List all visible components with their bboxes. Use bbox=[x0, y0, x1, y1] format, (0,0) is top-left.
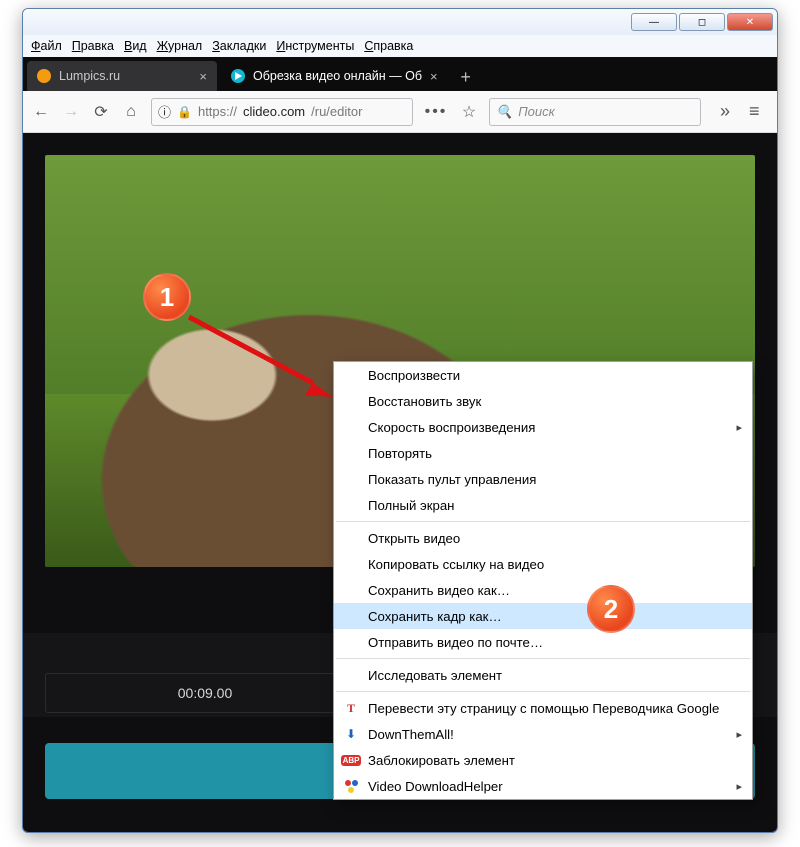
browser-window: — ◻ ✕ Файл Правка Вид Журнал Закладки Ин… bbox=[22, 8, 778, 833]
page-actions-button[interactable]: ••• bbox=[423, 103, 449, 121]
tab-lumpics[interactable]: Lumpics.ru × bbox=[27, 61, 217, 91]
window-close-button[interactable]: ✕ bbox=[727, 13, 773, 31]
forward-button[interactable]: → bbox=[61, 102, 81, 122]
ctx-translate[interactable]: TПеревести эту страницу с помощью Перево… bbox=[334, 695, 752, 721]
ctx-inspect[interactable]: Исследовать элемент bbox=[334, 662, 752, 688]
favicon-icon bbox=[231, 69, 245, 83]
ctx-copy-link[interactable]: Копировать ссылку на видео bbox=[334, 551, 752, 577]
home-button[interactable]: ⌂ bbox=[121, 102, 141, 122]
menu-help[interactable]: Справка bbox=[364, 39, 413, 53]
window-maximize-button[interactable]: ◻ bbox=[679, 13, 725, 31]
tab-strip: Lumpics.ru × Обрезка видео онлайн — Об ×… bbox=[23, 57, 777, 91]
overflow-chevron-button[interactable]: » bbox=[711, 101, 739, 122]
menu-bar: Файл Правка Вид Журнал Закладки Инструме… bbox=[23, 35, 777, 57]
menu-edit[interactable]: Правка bbox=[72, 39, 114, 53]
ctx-separator bbox=[336, 691, 750, 692]
ctx-play[interactable]: Воспроизвести bbox=[334, 362, 752, 388]
url-scheme: https:// bbox=[198, 104, 237, 119]
address-bar[interactable]: ⓘ 🔒 https:// clideo.com/ru/editor bbox=[151, 98, 413, 126]
ctx-email-video[interactable]: Отправить видео по почте… bbox=[334, 629, 752, 655]
tab-label: Обрезка видео онлайн — Об bbox=[253, 69, 422, 83]
tab-close-icon[interactable]: × bbox=[430, 69, 438, 84]
ctx-separator bbox=[336, 658, 750, 659]
ctx-block-element[interactable]: ABPЗаблокировать элемент bbox=[334, 747, 752, 773]
ctx-save-video[interactable]: Сохранить видео как… bbox=[334, 577, 752, 603]
time-from-input[interactable]: 00:09.00 bbox=[45, 673, 365, 713]
ctx-downthemall[interactable]: ⬇DownThemAll! bbox=[334, 721, 752, 747]
url-path: /ru/editor bbox=[311, 104, 362, 119]
context-menu: Воспроизвести Восстановить звук Скорость… bbox=[333, 361, 753, 800]
search-field[interactable]: 🔍 Поиск bbox=[489, 98, 701, 126]
back-button[interactable]: ← bbox=[31, 102, 51, 122]
tab-label: Lumpics.ru bbox=[59, 69, 120, 83]
menu-bookmarks[interactable]: Закладки bbox=[212, 39, 266, 53]
search-icon: 🔍 bbox=[496, 104, 512, 120]
menu-history[interactable]: Журнал bbox=[157, 39, 203, 53]
window-titlebar: — ◻ ✕ bbox=[23, 9, 777, 35]
ctx-speed[interactable]: Скорость воспроизведения bbox=[334, 414, 752, 440]
ctx-video-downloadhelper[interactable]: Video DownloadHelper bbox=[334, 773, 752, 799]
page-content: 🔇 1 Воспроизвести Восстановить звук Скор… bbox=[23, 133, 777, 832]
ctx-open-video[interactable]: Открыть видео bbox=[334, 525, 752, 551]
bookmark-star-icon[interactable]: ☆ bbox=[459, 102, 479, 122]
window-minimize-button[interactable]: — bbox=[631, 13, 677, 31]
nav-toolbar: ← → ⟳ ⌂ ⓘ 🔒 https:// clideo.com/ru/editor… bbox=[23, 91, 777, 133]
downthemall-icon: ⬇ bbox=[342, 725, 360, 743]
tab-clideo[interactable]: Обрезка видео онлайн — Об × bbox=[221, 61, 448, 91]
downloadhelper-icon bbox=[342, 777, 360, 795]
menu-tools[interactable]: Инструменты bbox=[276, 39, 354, 53]
menu-file[interactable]: Файл bbox=[31, 39, 62, 53]
info-icon[interactable]: ⓘ bbox=[158, 102, 171, 121]
new-tab-button[interactable]: + bbox=[452, 63, 480, 91]
annotation-arrow bbox=[183, 311, 341, 401]
ctx-fullscreen[interactable]: Полный экран bbox=[334, 492, 752, 518]
reload-button[interactable]: ⟳ bbox=[91, 102, 111, 122]
url-host: clideo.com bbox=[243, 104, 305, 119]
ctx-controls[interactable]: Показать пульт управления bbox=[334, 466, 752, 492]
favicon-icon bbox=[37, 69, 51, 83]
hamburger-menu-button[interactable]: ≡ bbox=[749, 101, 769, 122]
tab-close-icon[interactable]: × bbox=[199, 69, 207, 84]
adblock-icon: ABP bbox=[342, 751, 360, 769]
ctx-separator bbox=[336, 521, 750, 522]
lock-icon: 🔒 bbox=[177, 105, 192, 119]
ctx-unmute[interactable]: Восстановить звук bbox=[334, 388, 752, 414]
search-placeholder: Поиск bbox=[518, 104, 555, 119]
annotation-marker-2: 2 bbox=[587, 585, 635, 633]
menu-view[interactable]: Вид bbox=[124, 39, 147, 53]
translate-icon: T bbox=[342, 699, 360, 717]
ctx-loop[interactable]: Повторять bbox=[334, 440, 752, 466]
ctx-save-frame[interactable]: Сохранить кадр как… bbox=[334, 603, 752, 629]
